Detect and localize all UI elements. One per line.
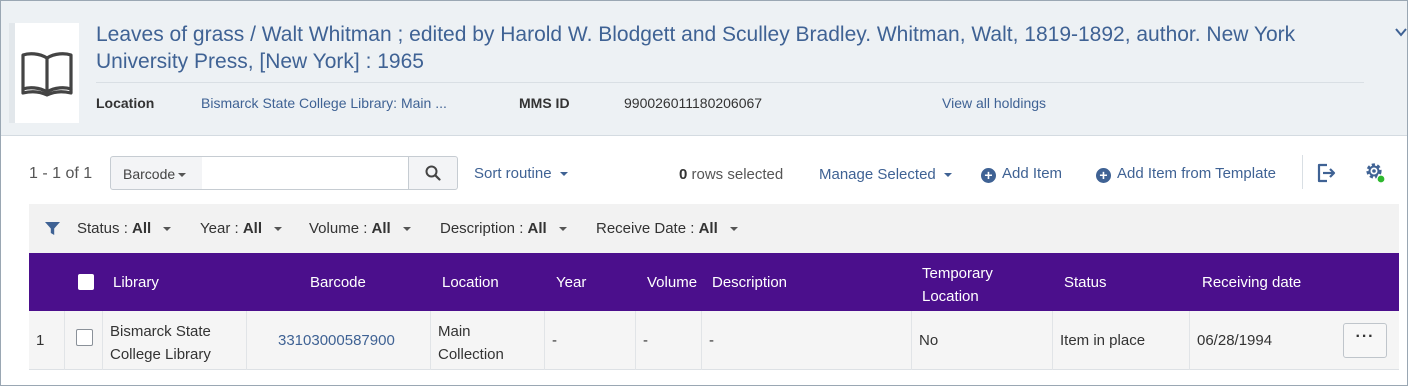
sort-routine-label: Sort routine [474,165,552,182]
filter-volume[interactable]: Volume : All [309,220,411,237]
column-header-year[interactable]: Year [556,274,586,291]
plus-circle-icon: + [981,168,996,183]
row-checkbox-cell [65,311,103,370]
caret-down-icon [943,173,952,178]
record-thumbnail [9,23,79,123]
status-value: Item in place [1060,332,1146,349]
location-label: Location [96,95,155,111]
search-input[interactable] [202,156,409,190]
table-row: 1 Bismarck State College Library 3310300… [29,311,1399,370]
row-checkbox[interactable] [76,329,93,346]
barcode-cell: 33103000587900 [247,311,431,370]
receiving-date-value: 06/28/1994 [1197,332,1273,349]
mms-id-label: MMS ID [519,95,570,111]
library-value: Bismarck State College Library [110,323,211,363]
column-header-library[interactable]: Library [113,274,159,291]
filter-receive-date[interactable]: Receive Date : All [596,220,738,237]
status-cell: Item in place [1053,311,1190,370]
filter-receive-date-value: All [698,220,718,237]
manage-selected-label: Manage Selected [819,166,936,183]
table-header: Library Barcode Location Year Volume Des… [29,253,1399,311]
add-item-from-template-label: Add Item from Template [1117,165,1276,182]
filter-description-value: All [527,220,547,237]
filter-icon [45,222,60,235]
filter-volume-label: Volume : [309,220,368,237]
filter-volume-value: All [371,220,391,237]
description-cell: - [702,311,912,370]
row-index-cell: 1 [29,311,65,370]
barcode-link[interactable]: 33103000587900 [278,332,395,349]
location-link[interactable]: Bismarck State College Library: Main ... [201,94,447,114]
mms-id-value: 990026011180206067 [624,95,763,111]
sort-routine-dropdown[interactable]: Sort routine [474,165,568,182]
filter-description-label: Description : [440,220,524,237]
filter-status-value: All [132,220,152,237]
row-index: 1 [36,332,45,349]
volume-value: - [643,332,648,349]
temporary-location-cell: No [912,311,1053,370]
rows-selected: 0 rows selected [679,166,783,183]
volume-cell: - [636,311,702,370]
book-icon [21,52,73,97]
filter-status[interactable]: Status : All [77,220,172,237]
filter-receive-date-label: Receive Date : [596,220,695,237]
add-item-from-template-button[interactable]: + Add Item from Template [1096,165,1276,183]
search-field-select[interactable]: Barcode [110,156,203,190]
year-cell: - [545,311,636,370]
rows-selected-count: 0 [679,166,688,183]
record-title[interactable]: Leaves of grass / Walt Whitman ; edited … [96,21,1366,75]
caret-down-icon [274,227,282,232]
results-count: 1 - 1 of 1 [29,165,93,182]
add-item-label: Add Item [1002,165,1063,182]
caret-down-icon [402,227,411,232]
export-icon[interactable] [1314,161,1338,185]
filter-year[interactable]: Year : All [200,220,282,237]
search-button[interactable] [408,156,458,190]
filter-status-label: Status : [77,220,128,237]
caret-down-icon [178,173,187,178]
column-header-receiving-date[interactable]: Receiving date [1202,274,1301,291]
column-header-status[interactable]: Status [1064,274,1107,291]
add-item-button[interactable]: + Add Item [981,165,1062,183]
filter-year-label: Year : [200,220,239,237]
column-header-location[interactable]: Location [442,274,499,291]
row-actions-button[interactable]: ··· [1343,323,1387,358]
column-header-temporary-location[interactable]: Temporary Location [922,262,1002,308]
header-divider [96,82,1364,83]
column-header-volume[interactable]: Volume [647,274,697,291]
year-value: - [552,332,557,349]
view-all-holdings-link[interactable]: View all holdings [942,94,1046,114]
search-icon [425,165,441,181]
library-cell: Bismarck State College Library [103,311,247,370]
caret-down-icon [559,172,568,177]
location-value: Main Collection [438,323,504,363]
plus-circle-icon: + [1096,168,1111,183]
filter-description[interactable]: Description : All [440,220,567,237]
manage-selected-dropdown[interactable]: Manage Selected [819,166,952,183]
search-field-label: Barcode [123,166,176,182]
rows-selected-label: rows selected [691,166,784,183]
caret-down-icon [163,227,172,232]
record-header: Leaves of grass / Walt Whitman ; edited … [1,1,1407,136]
location-cell: Main Collection [431,311,545,370]
filter-bar: Status : All Year : All Volume : All Des… [29,204,1399,253]
description-value: - [709,332,714,349]
toolbar-divider [1302,155,1303,189]
filter-year-value: All [242,220,262,237]
chevron-down-icon[interactable] [1394,25,1408,39]
column-header-barcode[interactable]: Barcode [310,274,366,291]
column-header-description[interactable]: Description [712,274,787,291]
caret-down-icon [558,227,567,232]
settings-gear-icon[interactable] [1363,161,1387,185]
caret-down-icon [729,227,738,232]
receiving-date-cell: 06/28/1994 [1190,311,1328,370]
temporary-location-value: No [919,332,939,349]
select-all-checkbox[interactable] [78,274,94,290]
items-toolbar: 1 - 1 of 1 Barcode Sort routine 0 rows s… [1,154,1407,194]
